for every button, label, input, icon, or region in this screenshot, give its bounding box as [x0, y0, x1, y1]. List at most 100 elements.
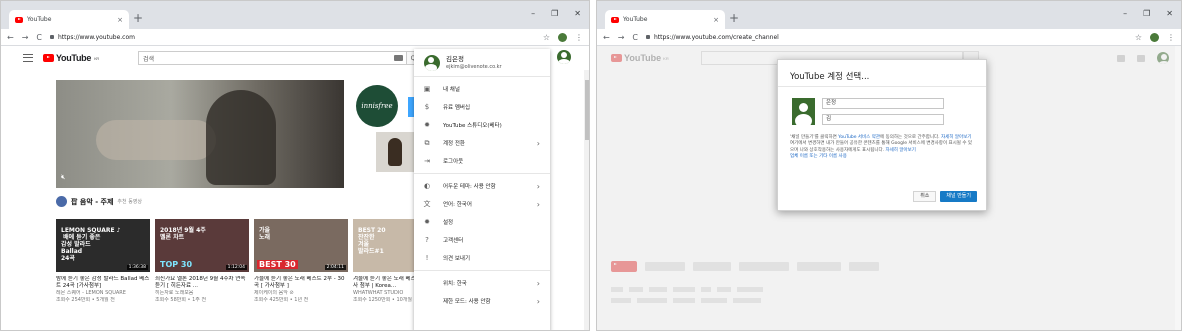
- keyboard-icon[interactable]: [394, 55, 403, 61]
- minimize-button[interactable]: –: [531, 9, 535, 18]
- video-thumbnail[interactable]: 가을 노래 BEST 30 2:04:11: [254, 219, 348, 272]
- browser-tab[interactable]: YouTube ×: [605, 10, 725, 29]
- create-channel-button[interactable]: 채널 만들기: [940, 191, 977, 202]
- tab-bar: YouTube × + – ❐ ✕: [597, 1, 1181, 29]
- menu-item-label: 설정: [443, 220, 454, 226]
- close-tab-icon[interactable]: ×: [713, 16, 719, 24]
- menu-item[interactable]: ! 의견 보내기: [414, 249, 550, 267]
- thumbnail-text: LEMON SQUARE ♪ 배에 듣기 좋은 감성 발라드 Ballad 24…: [61, 227, 121, 262]
- dialog-description: '채널 만들기'를 클릭하면 YouTube 서비스 약관에 동의하는 것으로 …: [790, 135, 976, 160]
- menu-divider: [414, 173, 550, 174]
- menu-item[interactable]: 文 언어: 한국어 ›: [414, 195, 550, 213]
- menu-item[interactable]: 제한 모드: 사용 안함 ›: [414, 292, 550, 310]
- learn-more-link[interactable]: 자세히 알아보기: [941, 135, 971, 140]
- menu-item[interactable]: ▣ 내 채널: [414, 80, 550, 98]
- account-email: ejkim@olivenote.co.kr: [446, 64, 502, 70]
- forward-icon[interactable]: →: [22, 33, 29, 42]
- chevron-right-icon: ›: [536, 278, 540, 288]
- close-window-button[interactable]: ✕: [1166, 9, 1173, 18]
- learn-more-link-2[interactable]: 자세히 알아보기: [886, 148, 916, 153]
- window-controls: – ❐ ✕: [1123, 9, 1173, 18]
- reload-icon[interactable]: C: [632, 33, 638, 42]
- menu-item-label: 언어: 한국어: [443, 202, 472, 208]
- dark-theme-icon: ◐: [423, 182, 431, 190]
- dollar-icon: $: [424, 103, 430, 111]
- chrome-menu-icon[interactable]: ⋮: [1167, 33, 1175, 42]
- help-icon: ?: [425, 236, 429, 244]
- terms-link[interactable]: YouTube 서비스 약관: [838, 135, 880, 140]
- page-scrollbar[interactable]: [1175, 46, 1181, 330]
- new-tab-button[interactable]: +: [729, 11, 739, 25]
- forward-icon[interactable]: →: [618, 33, 625, 42]
- maximize-button[interactable]: ❐: [551, 9, 558, 18]
- innisfree-logo: innisfree: [356, 85, 398, 127]
- youtube-logo[interactable]: YouTube KR: [43, 53, 99, 63]
- account-avatar[interactable]: [557, 50, 571, 64]
- maximize-button[interactable]: ❐: [1143, 9, 1150, 18]
- menu-divider: [414, 270, 550, 271]
- menu-item[interactable]: ◐ 어두운 테마: 사용 안함 ›: [414, 177, 550, 195]
- language-icon: 文: [423, 200, 431, 208]
- logout-icon: ⇥: [424, 157, 430, 165]
- ad-thumbnail[interactable]: [376, 132, 414, 172]
- lock-icon: [50, 35, 54, 39]
- account-menu: 김은정 ejkim@olivenote.co.kr ▣ 내 채널 $ 유료 멤버십 ✹ Y…: [414, 49, 550, 330]
- ad-panel[interactable]: innisfree: [344, 80, 414, 188]
- youtube-logo-icon: [43, 54, 54, 62]
- back-icon[interactable]: ←: [7, 33, 14, 42]
- cancel-button[interactable]: 취소: [913, 191, 937, 202]
- feedback-icon: !: [425, 254, 429, 262]
- menu-item[interactable]: ✹ 설정: [414, 213, 550, 231]
- bookmark-star-icon[interactable]: ☆: [543, 33, 550, 42]
- reload-icon[interactable]: C: [36, 33, 42, 42]
- featured-video[interactable]: 🔇︎: [56, 80, 344, 188]
- video-card[interactable]: LEMON SQUARE ♪ 배에 듣기 좋은 감성 발라드 Ballad 24…: [56, 219, 150, 303]
- video-title[interactable]: 밤에 듣기 좋은 감성 발라드 Ballad 베스트 24곡 [가사첨부]: [56, 276, 150, 290]
- close-tab-icon[interactable]: ×: [117, 16, 123, 24]
- switch-account-icon: ⧉: [424, 139, 430, 147]
- menu-item[interactable]: ⇥ 로그아웃: [414, 152, 550, 170]
- chevron-right-icon: ›: [536, 181, 540, 191]
- menu-item-label: 의견 보내기: [443, 256, 471, 262]
- last-name-field[interactable]: 김: [822, 114, 944, 125]
- chrome-menu-icon[interactable]: ⋮: [575, 33, 583, 42]
- video-card[interactable]: 2018년 9월 4주 멜론 차트 TOP 30 1:12:04 최신가요 멜론 20…: [155, 219, 249, 303]
- menu-item[interactable]: ⧉ 계정 전환 ›: [414, 134, 550, 152]
- video-title[interactable]: 가을에 듣기 좋은 노래 베스트 2부 - 30곡 [ 가사첨부 ]: [254, 276, 348, 290]
- video-thumbnail[interactable]: 2018년 9월 4주 멜론 차트 TOP 30 1:12:04: [155, 219, 249, 272]
- page-scrollbar[interactable]: [584, 70, 589, 330]
- channel-icon[interactable]: [56, 196, 67, 207]
- url-field[interactable]: https://www.youtube.com: [50, 34, 535, 41]
- menu-item[interactable]: $ 유료 멤버십: [414, 98, 550, 116]
- video-thumbnail[interactable]: LEMON SQUARE ♪ 배에 듣기 좋은 감성 발라드 Ballad 24…: [56, 219, 150, 272]
- menu-item[interactable]: ✹ YouTube 스튜디오(베타): [414, 116, 550, 134]
- menu-item[interactable]: ? 고객센터: [414, 231, 550, 249]
- menu-item-label: 계정 전환: [443, 141, 465, 147]
- back-icon[interactable]: ←: [603, 33, 610, 42]
- thumbnail-text: 2018년 9월 4주 멜론 차트: [160, 227, 206, 241]
- desc-text: 여기에서 변경하면 내가 만들어 공유한 콘텐츠를 통해 Google 서비스에…: [790, 141, 973, 153]
- browser-tab[interactable]: YouTube ×: [9, 10, 129, 29]
- minimize-button[interactable]: –: [1123, 9, 1127, 18]
- extension-icon[interactable]: [558, 32, 567, 42]
- search-input[interactable]: 검색: [138, 51, 410, 65]
- account-avatar: [792, 98, 815, 125]
- chevron-right-icon: ›: [536, 199, 540, 209]
- menu-item[interactable]: 위치: 한국 ›: [414, 274, 550, 292]
- mute-icon[interactable]: 🔇︎: [61, 173, 65, 182]
- address-bar: ← → C https://www.youtube.com ☆ ⋮: [1, 29, 589, 46]
- video-title[interactable]: 최신가요 멜론 2018년 9월 4주차 연속듣기 [ 히든자료 ...: [155, 276, 249, 290]
- extension-icon[interactable]: [1150, 32, 1159, 42]
- close-window-button[interactable]: ✕: [574, 9, 581, 18]
- video-card[interactable]: 가을 노래 BEST 30 2:04:11 가을에 듣기 좋은 노래 베스트 2부 -…: [254, 219, 348, 303]
- bookmark-star-icon[interactable]: ☆: [1135, 33, 1142, 42]
- shelf-title[interactable]: 팝 음악 - 주제: [71, 197, 113, 207]
- first-name-field[interactable]: 은정: [822, 98, 944, 109]
- chevron-right-icon: ›: [536, 296, 540, 306]
- hamburger-menu-icon[interactable]: [23, 54, 33, 62]
- url-field[interactable]: https://www.youtube.com/create_channel: [646, 34, 1127, 41]
- tab-title: YouTube: [623, 16, 648, 23]
- address-bar: ← → C https://www.youtube.com/create_cha…: [597, 29, 1181, 46]
- business-name-link[interactable]: 업체 이름 또는 기타 이름 사용: [790, 154, 847, 159]
- new-tab-button[interactable]: +: [133, 11, 143, 25]
